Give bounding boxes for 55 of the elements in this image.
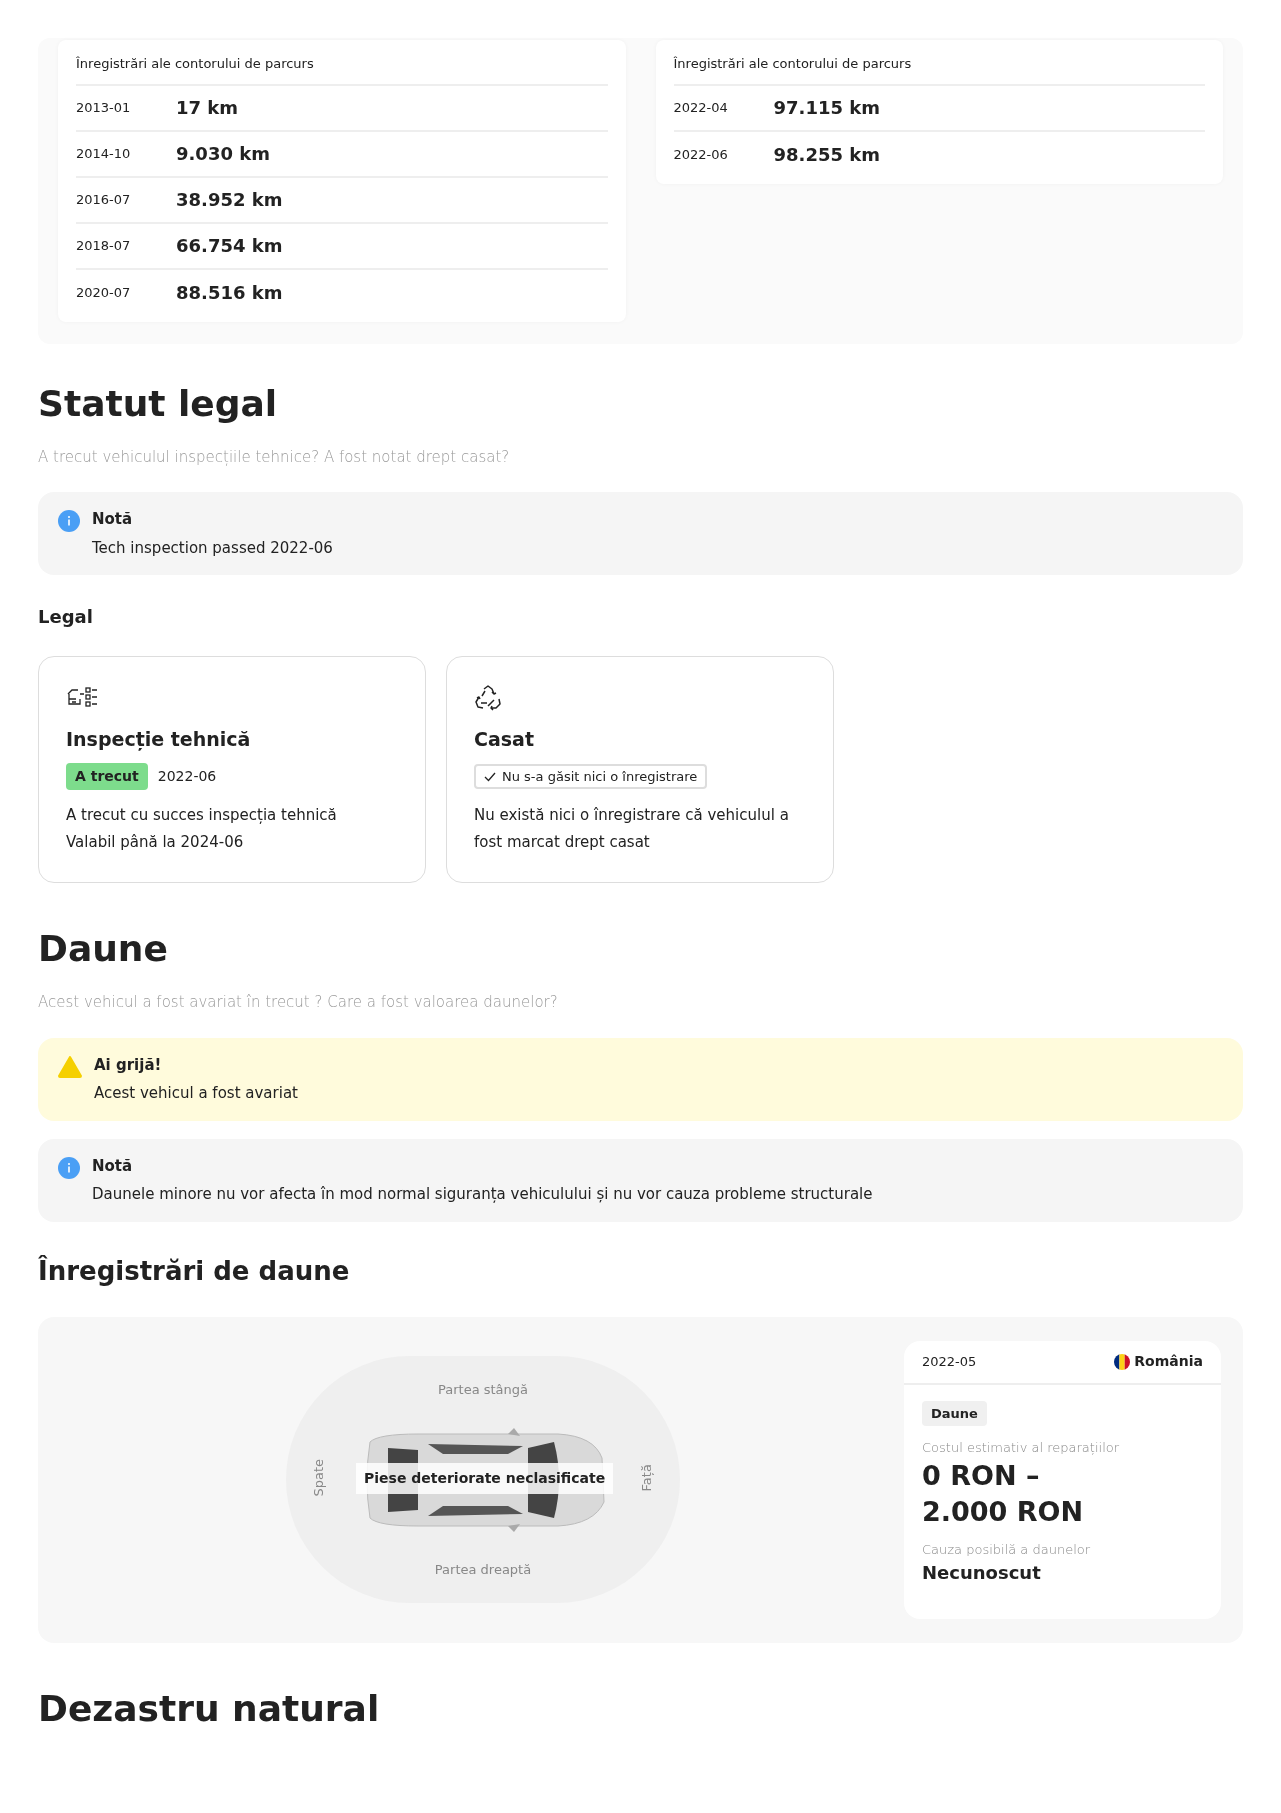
note-title: Ai grijă!: [94, 1054, 163, 1076]
mileage-value: 97.115 km: [773, 96, 880, 120]
field-label: Costul estimativ al reparațiilor: [922, 1439, 1121, 1457]
diagram-label: Partea stângă: [436, 1381, 530, 1399]
diagram-label: Partea dreaptă: [433, 1560, 533, 1579]
section-heading: Statut legal: [38, 381, 279, 426]
section-subtitle: A trecut vehiculul inspecțiile tehnice? A fost notat drept casat?: [38, 446, 511, 468]
mileage-value: 88.516 km: [176, 281, 283, 305]
record-date: 2020-07: [76, 283, 132, 302]
note-text: Acest vehicul a fost avariat: [94, 1083, 298, 1104]
card-title: Casat: [474, 727, 535, 752]
section-subtitle: Acest vehicul a fost avariat în trecut ? Care a fost valoarea daunelor?: [38, 992, 559, 1013]
damage-label: Piese deteriorate neclasificate: [356, 1463, 614, 1494]
mileage-value: 17 km: [176, 96, 239, 120]
subsection-heading: Înregistrări de daune: [38, 1254, 351, 1288]
record-date: 2014-10: [76, 144, 132, 163]
status-badge: A trecut: [66, 763, 148, 790]
info-icon: [58, 510, 80, 532]
note-text: Daunele minore nu vor afecta în mod normal siguranța vehiculului și nu vor cauza probleme structurale: [92, 1184, 873, 1205]
record-date: 2013-01: [76, 98, 132, 117]
recycle-icon: [474, 685, 502, 711]
card-title: Înregistrări ale contorului de parcurs: [673, 54, 1205, 86]
status-badge: Nu s-a găsit nici o înregistrare: [474, 763, 708, 790]
mileage-value: 66.754 km: [176, 234, 283, 258]
field-label: Cauza posibilă a daunelor: [922, 1540, 1092, 1559]
country-name: România: [1134, 1352, 1203, 1371]
record-date: 2016-07: [76, 190, 132, 209]
section-heading: Dezastru natural: [38, 1686, 381, 1731]
mileage-value: 98.255 km: [773, 143, 880, 167]
mileage-value: 38.952 km: [176, 188, 283, 212]
record-date: 2022-04: [673, 98, 729, 117]
note-title: Notă: [92, 1155, 134, 1177]
subsection-heading: Legal: [38, 605, 94, 629]
section-heading: Daune: [38, 927, 169, 971]
card-description: Valabil până la 2024-06: [66, 831, 245, 853]
record-date: 2018-07: [76, 236, 132, 255]
cause-value: Necunoscut: [922, 1561, 1042, 1585]
note-text: Tech inspection passed 2022-06: [92, 537, 333, 559]
record-date: 2022-06: [673, 145, 729, 164]
note-title: Notă: [92, 509, 134, 530]
warning-icon: [58, 1055, 82, 1078]
cost-value: 0 RON – 2.000 RON: [922, 1458, 1085, 1529]
card-title: Înregistrări ale contorului de parcurs: [76, 54, 608, 86]
diagram-label: Spate: [310, 1458, 328, 1497]
card-title: Inspecție tehnică: [66, 727, 252, 753]
category-tag: Daune: [922, 1400, 987, 1426]
flag-icon: [1114, 1353, 1131, 1370]
info-icon: [58, 1156, 80, 1179]
card-description: A trecut cu succes inspecția tehnică: [66, 804, 338, 826]
inspection-date: 2022-06: [157, 767, 217, 786]
diagram-label: Față: [637, 1464, 655, 1492]
mileage-value: 9.030 km: [176, 142, 270, 166]
card-description: Nu există nici o înregistrare că vehiculul a fost marcat drept casat: [474, 804, 790, 853]
check-icon: [484, 771, 496, 782]
record-date: 2022-05: [922, 1352, 977, 1371]
